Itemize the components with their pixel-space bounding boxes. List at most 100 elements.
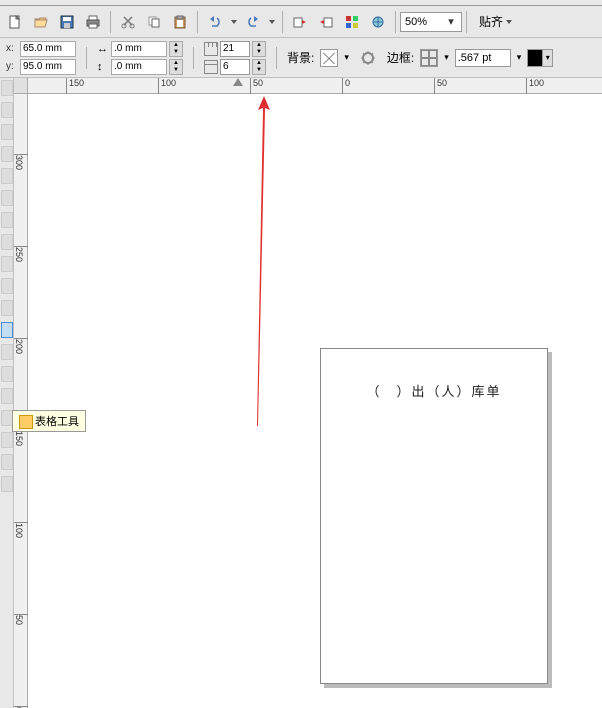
table-tool-icon	[19, 415, 33, 429]
height-icon: ↕	[97, 61, 109, 73]
new-button[interactable]	[3, 10, 27, 34]
border-color-swatch[interactable]: ▾	[527, 49, 553, 67]
ruler-tick: 0	[342, 78, 350, 94]
options-button[interactable]	[356, 46, 380, 70]
eyedropper-tool[interactable]	[1, 410, 13, 426]
ruler-tick: 300	[14, 154, 28, 170]
undo-dropdown[interactable]	[229, 10, 239, 34]
table-tool[interactable]	[1, 322, 13, 338]
size-group: ↔ ▲▼ ↕ ▲▼	[97, 41, 183, 75]
save-button[interactable]	[55, 10, 79, 34]
document-heading: （ ）出（人）库单	[321, 381, 547, 400]
pick-tool[interactable]	[1, 80, 13, 96]
ellipse-tool[interactable]	[1, 234, 13, 250]
separator	[193, 47, 194, 69]
crop-tool[interactable]	[1, 124, 13, 140]
height-input[interactable]	[111, 59, 167, 75]
separator	[197, 11, 198, 33]
columns-icon	[204, 42, 218, 56]
outline-tool[interactable]	[1, 432, 13, 448]
y-input[interactable]	[20, 59, 76, 75]
width-icon: ↔	[97, 43, 109, 55]
text-tool[interactable]	[1, 300, 13, 316]
copy-button[interactable]	[142, 10, 166, 34]
dimension-tool[interactable]	[1, 344, 13, 360]
drawing-canvas[interactable]: （ ）出（人）库单	[28, 94, 602, 708]
open-button[interactable]	[29, 10, 53, 34]
vertical-ruler[interactable]: 300 250 200 150 100 50 0	[14, 94, 28, 708]
chevron-down-icon[interactable]: ▾	[445, 15, 457, 28]
zoom-combo[interactable]: ▾	[400, 12, 462, 32]
rows-icon	[204, 60, 218, 74]
background-none-swatch[interactable]	[320, 49, 338, 67]
height-spinner[interactable]: ▲▼	[169, 59, 183, 75]
publish-button[interactable]	[366, 10, 390, 34]
width-input[interactable]	[111, 41, 167, 57]
position-group: x: y:	[6, 41, 76, 75]
ruler-tick: 100	[14, 522, 28, 538]
ruler-tick: 150	[66, 78, 84, 94]
background-label: 背景:	[287, 49, 314, 66]
rows-input[interactable]	[220, 59, 250, 75]
export-button[interactable]	[314, 10, 338, 34]
chevron-down-icon[interactable]: ▾	[517, 52, 522, 63]
rows-spinner[interactable]: ▲▼	[252, 59, 266, 75]
columns-spinner[interactable]: ▲▼	[252, 41, 266, 57]
redo-dropdown[interactable]	[267, 10, 277, 34]
chevron-down-icon[interactable]: ▾	[344, 52, 349, 63]
ruler-tick: 100	[526, 78, 544, 94]
fill-tool[interactable]	[1, 454, 13, 470]
basic-shapes-tool[interactable]	[1, 278, 13, 294]
interactive-fill-tool[interactable]	[1, 476, 13, 492]
shape-tool[interactable]	[1, 102, 13, 118]
paste-button[interactable]	[168, 10, 192, 34]
separator	[466, 11, 467, 33]
undo-button[interactable]	[203, 10, 227, 34]
ruler-tick: 100	[158, 78, 176, 94]
columns-input[interactable]	[220, 41, 250, 57]
ruler-origin[interactable]	[14, 78, 28, 94]
separator	[395, 11, 396, 33]
chevron-down-icon[interactable]: ▾	[444, 52, 449, 63]
width-spinner[interactable]: ▲▼	[169, 41, 183, 57]
workspace: 150 100 50 0 50 100 150 300 250 200 150 …	[0, 78, 602, 708]
smart-fill-tool[interactable]	[1, 190, 13, 206]
app-launcher-button[interactable]	[340, 10, 364, 34]
ruler-tick: 50	[250, 78, 263, 94]
border-label: 边框:	[387, 49, 414, 66]
border-selector[interactable]	[420, 49, 438, 67]
standard-toolbar: ▾ 贴齐	[0, 6, 602, 38]
ruler-tick: 150	[14, 430, 28, 446]
ruler-position-marker	[233, 78, 243, 86]
chevron-down-icon[interactable]: ▾	[542, 50, 552, 66]
horizontal-ruler[interactable]: 150 100 50 0 50 100 150	[28, 78, 602, 94]
redo-button[interactable]	[241, 10, 265, 34]
property-bar: x: y: ↔ ▲▼ ↕ ▲▼ ▲▼ ▲▼	[0, 38, 602, 78]
polygon-tool[interactable]	[1, 256, 13, 272]
connector-tool[interactable]	[1, 366, 13, 382]
zoom-tool[interactable]	[1, 146, 13, 162]
separator	[282, 11, 283, 33]
toolbox	[0, 78, 14, 708]
blend-tool[interactable]	[1, 388, 13, 404]
canvas-area: 150 100 50 0 50 100 150 300 250 200 150 …	[14, 78, 602, 708]
cut-button[interactable]	[116, 10, 140, 34]
separator	[276, 47, 277, 69]
x-label: x:	[6, 43, 18, 54]
separator	[110, 11, 111, 33]
snap-label[interactable]: 贴齐	[479, 13, 503, 30]
ruler-tick: 200	[14, 338, 28, 354]
border-weight-input[interactable]	[455, 49, 511, 67]
ruler-tick: 50	[14, 614, 28, 625]
snap-dropdown[interactable]	[504, 10, 514, 34]
print-button[interactable]	[81, 10, 105, 34]
document-page[interactable]: （ ）出（人）库单	[320, 348, 548, 684]
rectangle-tool[interactable]	[1, 212, 13, 228]
zoom-input[interactable]	[405, 16, 445, 28]
grid-size-group: ▲▼ ▲▼	[204, 41, 266, 75]
y-label: y:	[6, 61, 18, 72]
x-input[interactable]	[20, 41, 76, 57]
separator	[86, 47, 87, 69]
import-button[interactable]	[288, 10, 312, 34]
freehand-tool[interactable]	[1, 168, 13, 184]
